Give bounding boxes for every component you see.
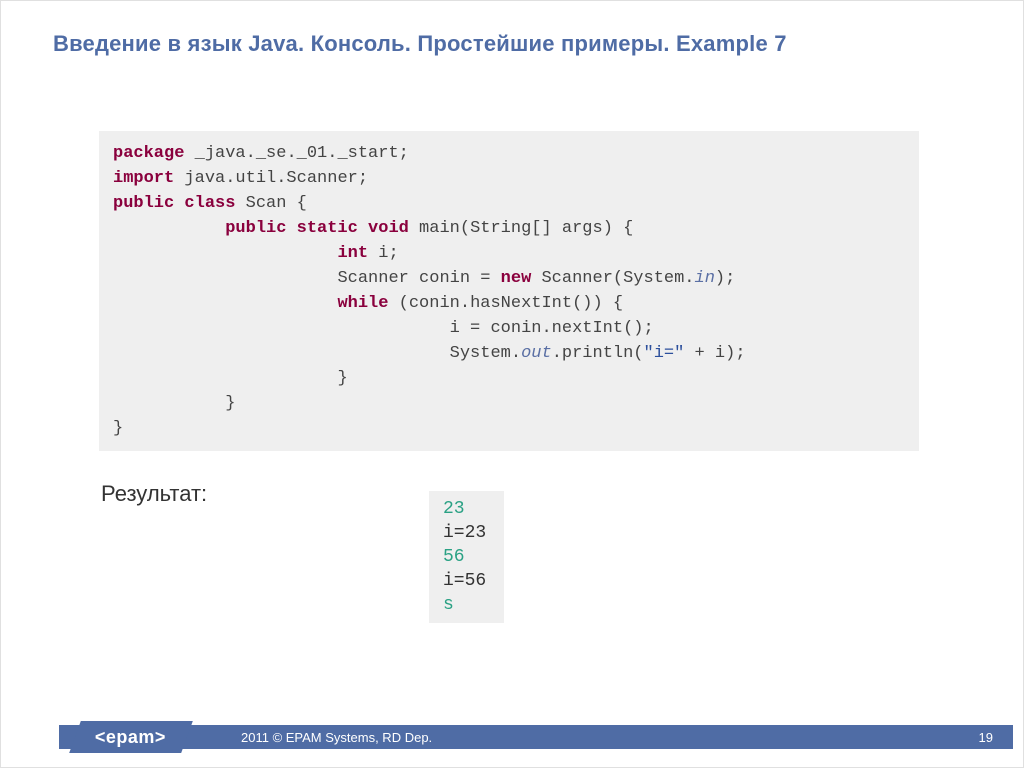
result-input: 56 [443,547,465,567]
code-text: .println( [552,344,644,363]
slide: Введение в язык Java. Консоль. Простейши… [0,0,1024,768]
result-block: 23 i=23 56 i=56 s [429,491,504,623]
kw-public-class: public class [113,194,235,213]
code-text: } [225,394,235,413]
kw-method: public static void [225,219,409,238]
code-text: main(String[] args) { [409,219,633,238]
kw-while: while [337,294,388,313]
code-text: java.util.Scanner; [174,169,368,188]
code-pad [113,344,450,363]
code-pad [113,219,225,238]
kw-package: package [113,144,184,163]
string-literal: "i=" [644,344,685,363]
code-text: Scanner(System. [531,269,694,288]
code-text: ); [715,269,735,288]
code-pad [113,294,337,313]
code-text: } [113,419,123,438]
code-block: package _java._se._01._start; import jav… [99,131,919,451]
epam-logo: <epam> [69,721,193,753]
code-text: i = conin.nextInt(); [450,319,654,338]
logo-text: <epam> [95,727,166,748]
code-text: + i); [684,344,745,363]
code-text: System. [450,344,521,363]
code-text: (conin.hasNextInt()) { [388,294,623,313]
result-input: 23 [443,499,465,519]
kw-import: import [113,169,174,188]
field-out: out [521,344,552,363]
code-pad [113,269,337,288]
field-in: in [695,269,715,288]
page-number: 19 [979,730,993,745]
result-input: s [443,595,454,615]
code-pad [113,369,337,388]
code-pad [113,244,337,263]
kw-new: new [501,269,532,288]
result-output: i=23 [443,523,486,543]
code-pad [113,319,450,338]
result-label: Результат: [101,481,207,507]
code-text: i; [368,244,399,263]
result-output: i=56 [443,571,486,591]
code-text: _java._se._01._start; [184,144,408,163]
code-text: Scan { [235,194,306,213]
kw-int: int [337,244,368,263]
footer-bar [59,725,1013,749]
code-text: Scanner conin = [337,269,500,288]
code-pad [113,394,225,413]
slide-title: Введение в язык Java. Консоль. Простейши… [53,31,971,57]
copyright-text: 2011 © EPAM Systems, RD Dep. [241,730,432,745]
code-text: } [337,369,347,388]
